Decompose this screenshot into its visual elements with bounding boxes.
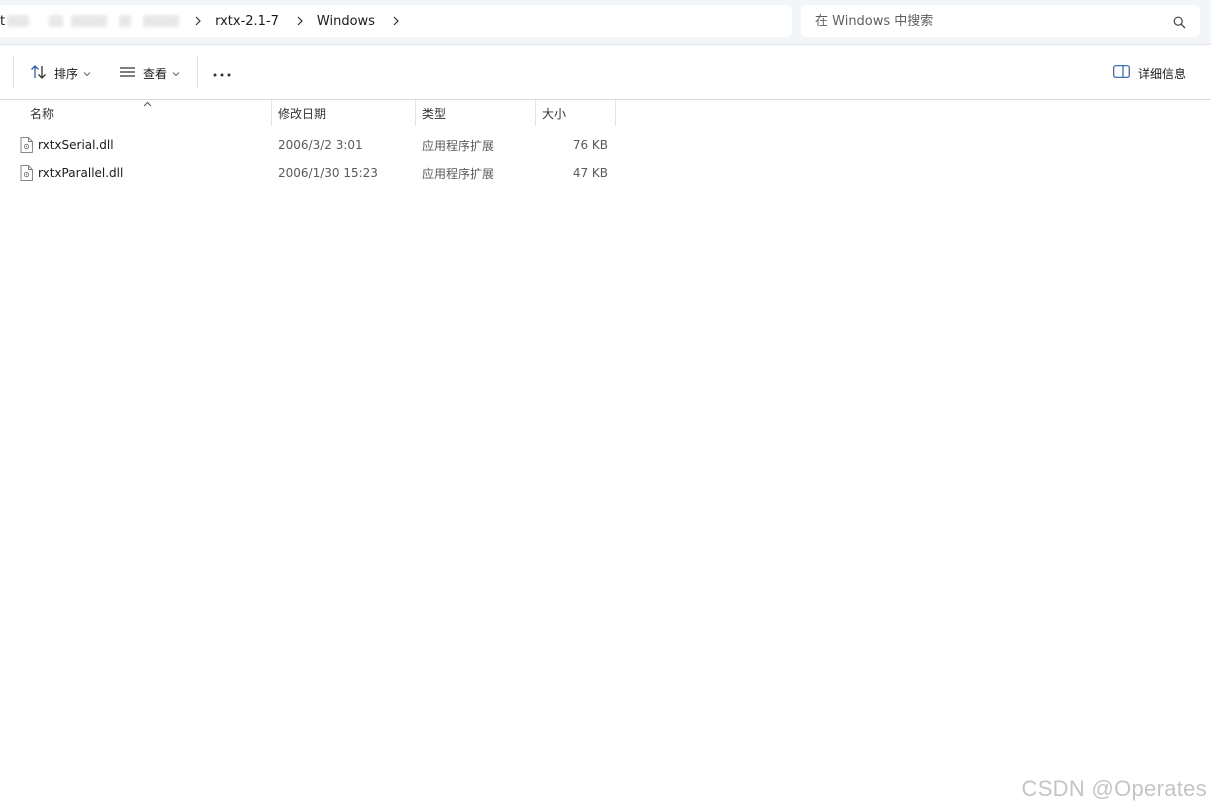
details-label: 详细信息 xyxy=(1138,66,1187,81)
column-header-row: 名称 修改日期 类型 大小 xyxy=(0,100,616,126)
file-name: rxtxParallel.dll xyxy=(38,166,124,180)
column-header-size-label: 大小 xyxy=(542,106,567,121)
file-modified: 2006/1/30 15:23 xyxy=(278,166,378,180)
chevron-right-icon[interactable] xyxy=(389,11,403,31)
file-row[interactable]: rxtxParallel.dll 2006/1/30 15:23 应用程序扩展 … xyxy=(0,160,616,186)
file-type: 应用程序扩展 xyxy=(422,138,495,153)
column-header-size[interactable]: 大小 xyxy=(536,100,616,126)
column-header-name[interactable]: 名称 xyxy=(0,100,272,126)
address-bar[interactable]: t rxtx-2.1-7 Windows xyxy=(0,5,792,37)
file-name: rxtxSerial.dll xyxy=(38,138,114,152)
sort-icon xyxy=(30,64,48,83)
column-header-type-label: 类型 xyxy=(422,106,447,121)
breadcrumb-redacted-2 xyxy=(49,15,64,27)
sort-button[interactable]: 排序 xyxy=(30,59,91,87)
command-bar: 排序 查看 详细信息 xyxy=(0,45,1211,100)
more-icon xyxy=(213,66,231,80)
view-label: 查看 xyxy=(143,66,168,81)
title-bar: t rxtx-2.1-7 Windows xyxy=(0,0,1211,45)
file-modified: 2006/3/2 3:01 xyxy=(278,138,363,152)
view-icon xyxy=(119,65,136,82)
more-options-button[interactable] xyxy=(213,59,231,87)
details-pane-button[interactable]: 详细信息 xyxy=(1113,59,1186,87)
column-header-name-label: 名称 xyxy=(30,106,55,121)
watermark: CSDN @Operates xyxy=(1021,776,1207,801)
breadcrumb-redacted-3 xyxy=(71,15,108,27)
breadcrumb-redacted-4 xyxy=(119,15,132,27)
file-size: 47 KB xyxy=(572,166,608,180)
column-header-modified-label: 修改日期 xyxy=(278,106,327,121)
column-header-modified[interactable]: 修改日期 xyxy=(272,100,416,126)
chevron-right-icon[interactable] xyxy=(191,11,205,31)
sort-label: 排序 xyxy=(54,66,79,81)
dll-file-icon xyxy=(20,137,33,156)
column-header-type[interactable]: 类型 xyxy=(416,100,536,126)
details-pane-icon xyxy=(1113,65,1130,81)
chevron-down-icon xyxy=(172,66,180,80)
file-type: 应用程序扩展 xyxy=(422,166,495,181)
breadcrumb-partial-text: t xyxy=(0,13,6,29)
dll-file-icon xyxy=(20,165,33,184)
toolbar-divider xyxy=(197,57,198,87)
breadcrumb-item-windows[interactable]: Windows xyxy=(317,14,375,29)
breadcrumb-redacted-1 xyxy=(7,15,30,27)
search-input[interactable] xyxy=(815,13,1155,29)
search-icon[interactable] xyxy=(1173,14,1186,33)
file-row[interactable]: rxtxSerial.dll 2006/3/2 3:01 应用程序扩展 76 K… xyxy=(0,132,616,158)
search-box[interactable] xyxy=(801,5,1200,37)
toolbar-divider xyxy=(13,57,14,87)
file-size: 76 KB xyxy=(572,138,608,152)
breadcrumb-item-rxtx[interactable]: rxtx-2.1-7 xyxy=(215,14,279,29)
chevron-right-icon[interactable] xyxy=(293,11,307,31)
breadcrumb-redacted-5 xyxy=(143,15,180,27)
view-button[interactable]: 查看 xyxy=(119,59,180,87)
chevron-down-icon xyxy=(83,66,91,80)
